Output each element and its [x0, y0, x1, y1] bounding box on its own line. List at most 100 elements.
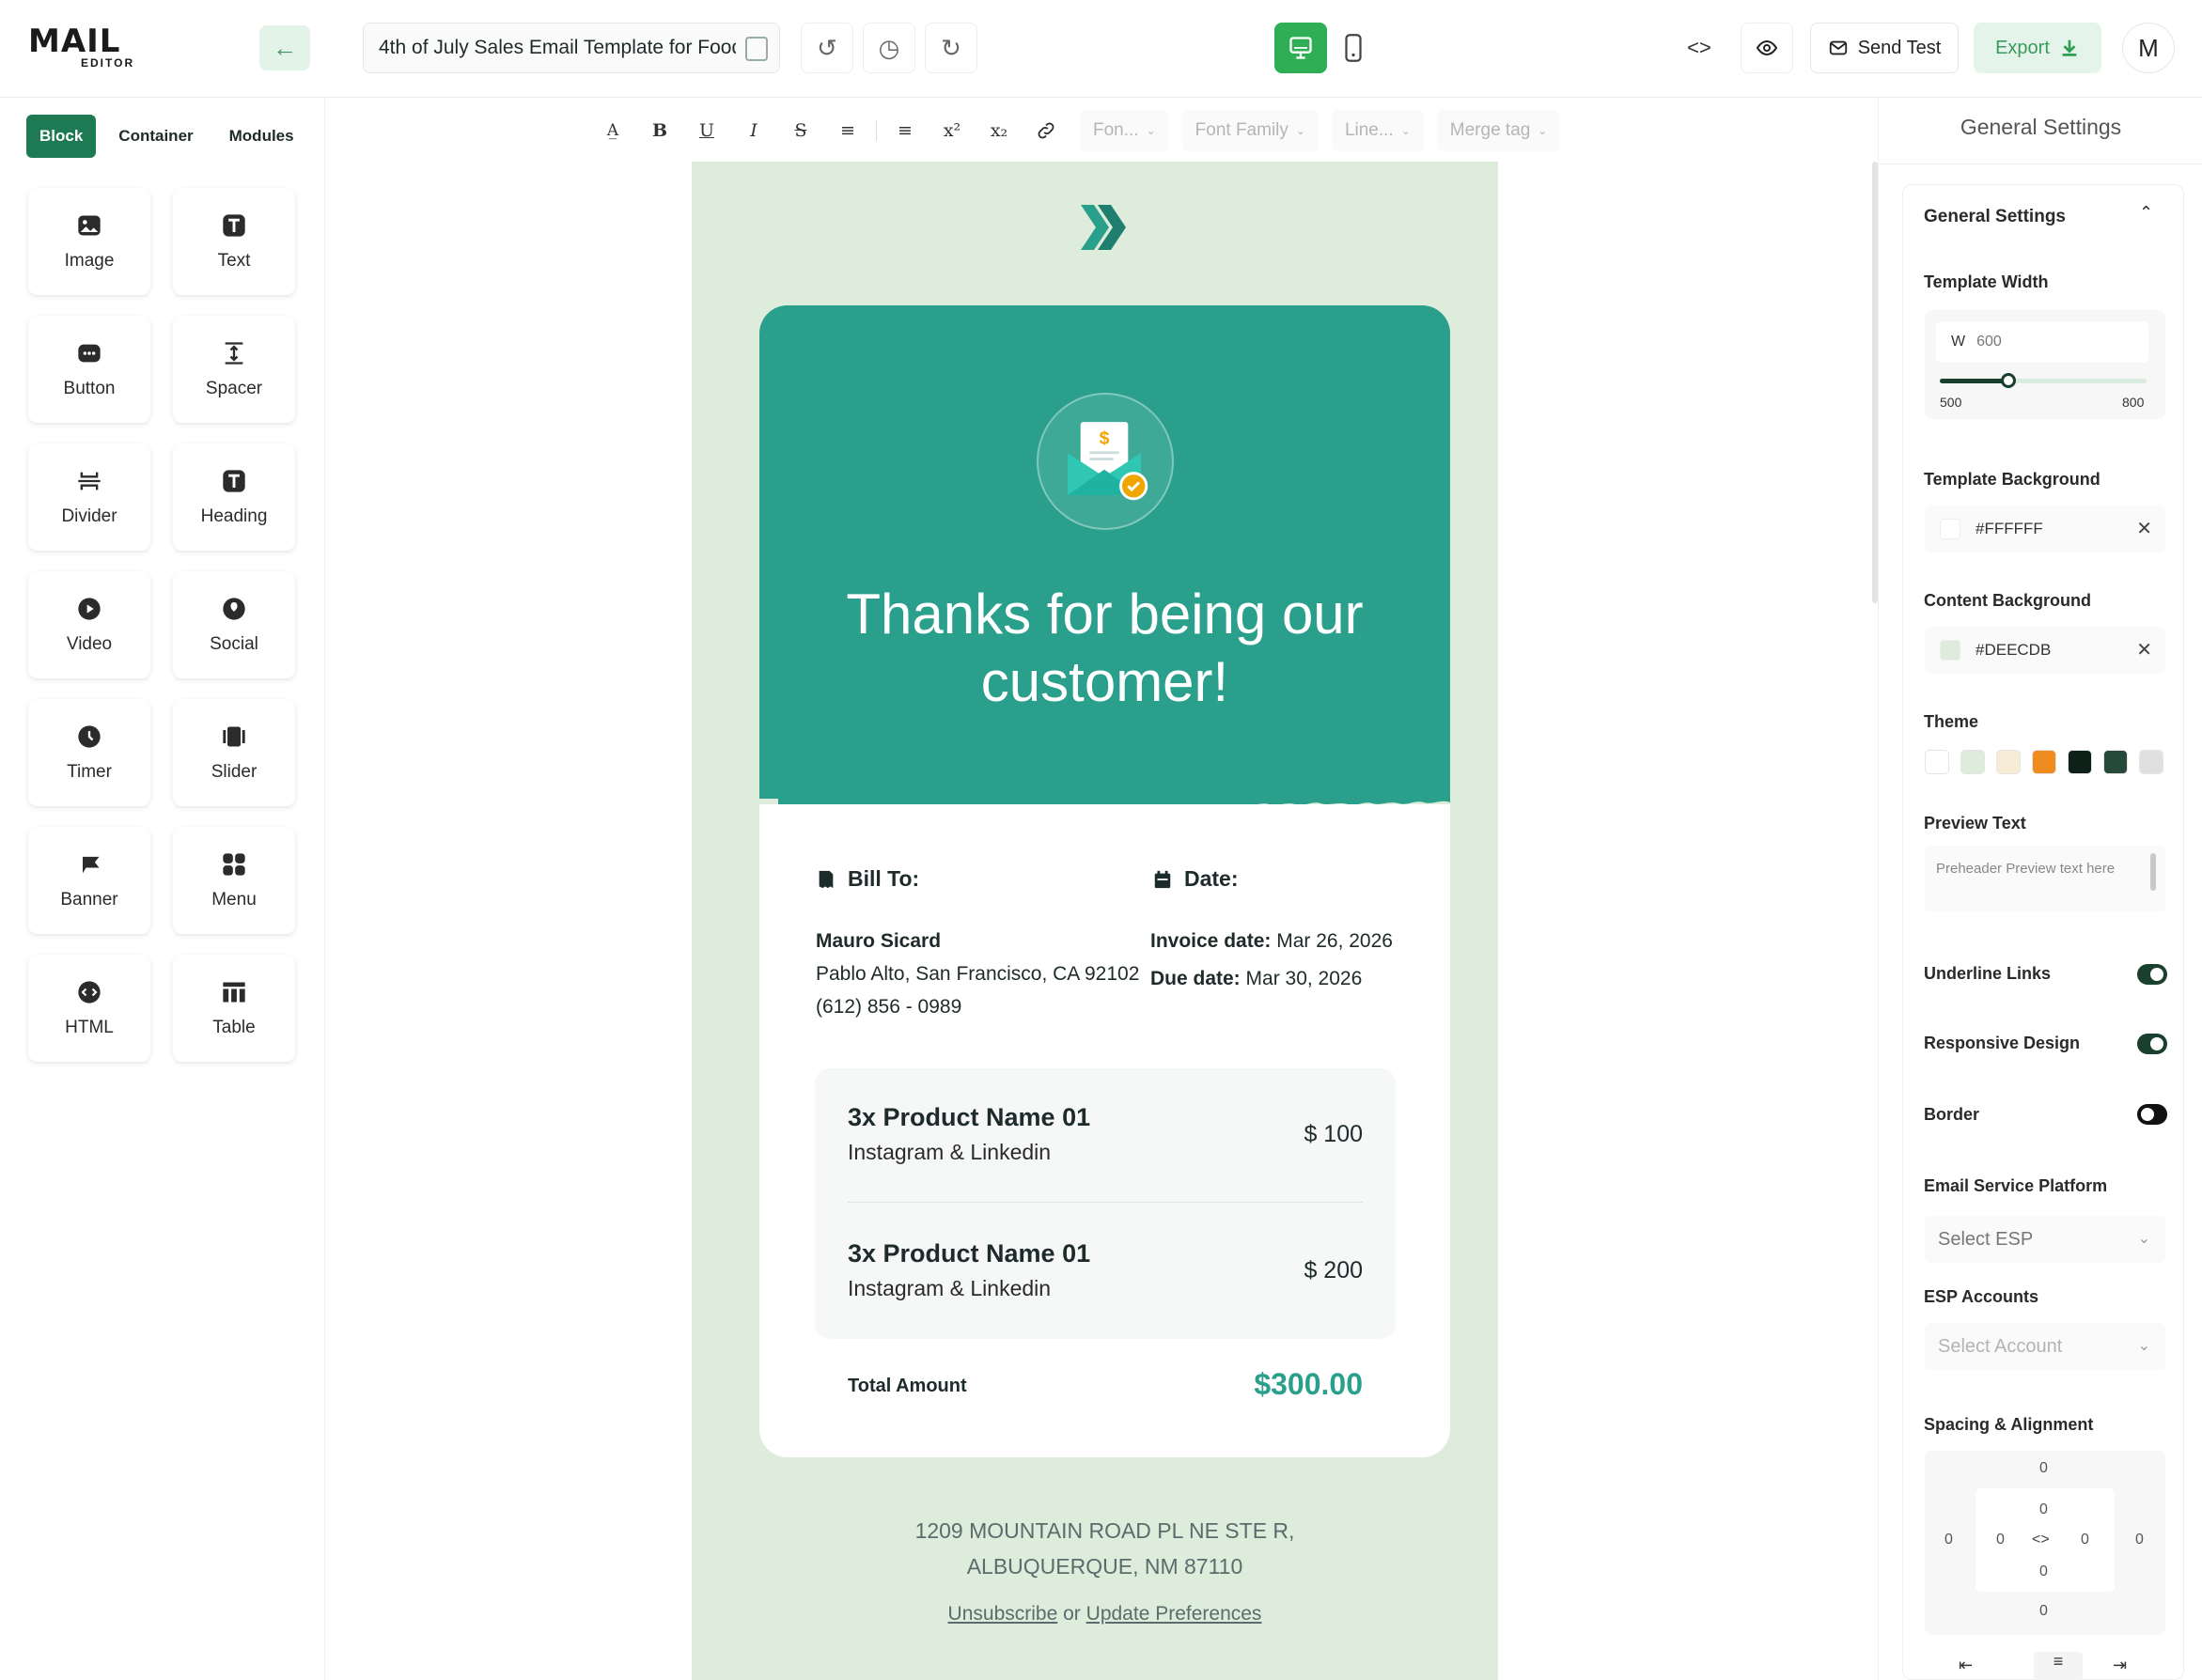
text-color-button[interactable]: A̲	[592, 110, 633, 151]
template-width-label: Template Width	[1924, 272, 2049, 291]
theme-swatch-orange[interactable]	[2032, 750, 2056, 774]
update-preferences-link[interactable]: Update Preferences	[1086, 1603, 1262, 1625]
theme-swatch-black[interactable]	[2068, 750, 2092, 774]
underline-button[interactable]: U	[686, 110, 727, 151]
link-spacing-icon[interactable]: <>	[2032, 1532, 2050, 1548]
template-background-input[interactable]: #FFFFFF ✕	[1925, 506, 2165, 552]
date-heading: Date:	[1152, 866, 1239, 892]
hero-section[interactable]	[759, 305, 1450, 799]
mail-editor-logo[interactable]: MAIL EDITOR	[28, 24, 147, 70]
esp-accounts-select[interactable]: Select Account ⌄	[1925, 1323, 2165, 1370]
width-slider-thumb[interactable]	[2001, 373, 2016, 388]
right-panel-title: General Settings	[1960, 115, 2122, 139]
document-icon[interactable]	[745, 37, 768, 61]
outer-top-input[interactable]: 0	[2039, 1460, 2048, 1477]
line-height-select[interactable]: Line... ⌄	[1331, 110, 1424, 151]
inner-top-input[interactable]: 0	[2039, 1501, 2048, 1518]
merge-tag-select[interactable]: Merge tag ⌄	[1436, 110, 1561, 151]
theme-swatch-gray[interactable]	[2139, 750, 2163, 774]
block-image[interactable]: Image	[28, 188, 150, 295]
bold-button[interactable]: B	[639, 110, 680, 151]
font-family-select[interactable]: Font Family ⌄	[1181, 110, 1319, 151]
block-timer[interactable]: Timer	[28, 699, 150, 806]
back-button[interactable]: ←	[259, 25, 310, 70]
responsive-design-toggle[interactable]	[2137, 1034, 2167, 1054]
block-text[interactable]: Text	[173, 188, 295, 295]
mobile-view-button[interactable]	[1333, 23, 1374, 73]
theme-swatch-mint[interactable]	[1960, 750, 1985, 774]
block-spacer[interactable]: Spacer	[173, 316, 295, 423]
theme-swatch-white[interactable]	[1925, 750, 1949, 774]
esp-accounts-placeholder: Select Account	[1938, 1335, 2063, 1357]
content-background-input[interactable]: #DEECDB ✕	[1925, 627, 2165, 674]
block-social[interactable]: Social	[173, 571, 295, 678]
align-center-icon[interactable]: ≡	[2034, 1652, 2083, 1680]
block-menu[interactable]: Menu	[173, 827, 295, 934]
block-button[interactable]: Button	[28, 316, 150, 423]
inner-bottom-input[interactable]: 0	[2039, 1563, 2048, 1580]
redo-button[interactable]: ↻	[925, 23, 977, 73]
send-test-button[interactable]: Send Test	[1810, 23, 1959, 73]
block-divider[interactable]: Divider	[28, 443, 150, 551]
tab-block[interactable]: Block	[26, 115, 97, 158]
preview-text-input[interactable]: Preheader Preview text here	[1925, 846, 2165, 911]
outer-left-input[interactable]: 0	[1944, 1532, 1953, 1548]
strikethrough-button[interactable]: S	[780, 110, 821, 151]
block-slider[interactable]: Slider	[173, 699, 295, 806]
item-name: 3x Product Name 01	[848, 1239, 1091, 1268]
block-html[interactable]: HTML	[28, 955, 150, 1062]
border-toggle[interactable]	[2137, 1104, 2167, 1125]
chevron-down-icon: ⌄	[1295, 124, 1305, 137]
undo-button[interactable]: ↺	[801, 23, 853, 73]
underline-links-toggle[interactable]	[2137, 964, 2167, 985]
tab-modules[interactable]: Modules	[216, 115, 307, 158]
width-max-label: 800	[2122, 395, 2145, 410]
desktop-view-button[interactable]	[1274, 23, 1327, 73]
general-settings-header[interactable]: General Settings	[1924, 207, 2066, 227]
unsubscribe-link[interactable]: Unsubscribe	[948, 1603, 1058, 1625]
italic-button[interactable]: I	[733, 110, 774, 151]
divider-icon	[75, 467, 103, 495]
block-heading[interactable]: Heading	[173, 443, 295, 551]
tab-container[interactable]: Container	[105, 115, 206, 158]
inner-right-input[interactable]: 0	[2081, 1532, 2089, 1548]
align-right-icon[interactable]: ⇥	[2113, 1656, 2127, 1675]
esp-select[interactable]: Select ESP ⌄	[1925, 1216, 2165, 1263]
block-video[interactable]: Video	[28, 571, 150, 678]
video-icon	[75, 595, 103, 623]
clear-icon[interactable]: ✕	[2136, 638, 2152, 661]
subscript-icon: x₂	[990, 120, 1008, 141]
hero-title[interactable]: Thanks for being our customer!	[759, 581, 1450, 716]
bullet-list-button[interactable]: ≡	[827, 110, 868, 151]
invoice-date-row: Invoice date: Mar 26, 2026	[1150, 925, 1393, 958]
template-title-field[interactable]: 4th of July Sales Email Template for Foo…	[363, 23, 780, 73]
content-background-swatch[interactable]	[1940, 640, 1960, 661]
subscript-button[interactable]: x₂	[978, 110, 1020, 151]
preview-button[interactable]	[1741, 23, 1793, 73]
preview-text-scrollbar[interactable]	[2150, 853, 2156, 891]
numbered-list-button[interactable]: ≡	[884, 110, 926, 151]
theme-swatch-cream[interactable]	[1996, 750, 2021, 774]
history-button[interactable]: ◷	[863, 23, 915, 73]
font-size-select[interactable]: Fon... ⌄	[1080, 110, 1169, 151]
theme-swatch-dark-green[interactable]	[2103, 750, 2128, 774]
item-subtitle: Instagram & Linkedin	[848, 1140, 1052, 1164]
user-avatar[interactable]: M	[2122, 23, 2175, 73]
brand-chevron-logo[interactable]	[1075, 199, 1132, 256]
template-background-swatch[interactable]	[1940, 519, 1960, 539]
block-banner[interactable]: Banner	[28, 827, 150, 934]
block-table[interactable]: Table	[173, 955, 295, 1062]
chevron-up-icon[interactable]: ⌃	[2139, 203, 2153, 223]
superscript-button[interactable]: x²	[931, 110, 973, 151]
clear-icon[interactable]: ✕	[2136, 517, 2152, 540]
inner-left-input[interactable]: 0	[1996, 1532, 2005, 1548]
export-button[interactable]: Export	[1974, 23, 2101, 73]
bold-icon: B	[651, 120, 668, 141]
italic-icon: I	[750, 120, 757, 141]
code-view-button[interactable]: <>	[1673, 23, 1726, 73]
link-button[interactable]	[1025, 110, 1067, 151]
outer-bottom-input[interactable]: 0	[2039, 1603, 2048, 1620]
template-width-input[interactable]: W 600	[1936, 321, 2148, 363]
outer-right-input[interactable]: 0	[2135, 1532, 2144, 1548]
align-left-icon[interactable]: ⇤	[1959, 1656, 1973, 1675]
